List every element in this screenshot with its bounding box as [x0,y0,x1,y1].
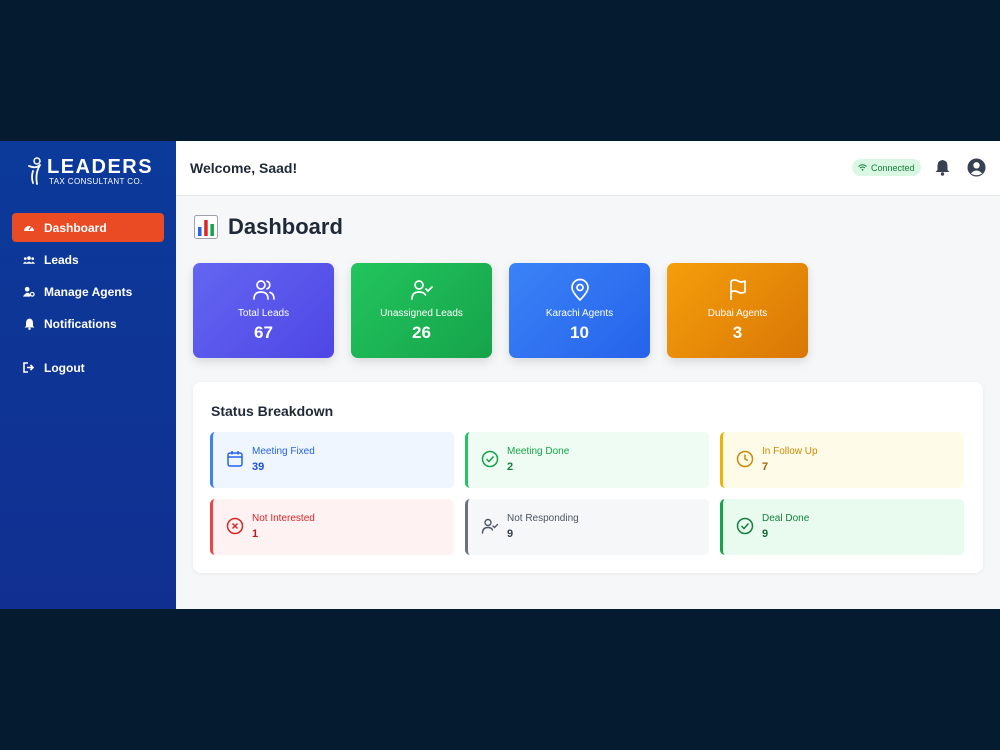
status-label: Meeting Done [507,446,570,457]
stat-label: Unassigned Leads [380,308,463,319]
logout-icon [23,362,35,374]
status-label: Not Responding [507,513,579,524]
user-gear-icon [23,286,35,298]
status-card-in-follow-up[interactable]: In Follow Up 7 [720,432,964,488]
stat-value: 3 [732,323,743,342]
status-value: 9 [762,528,769,540]
top-bar: Welcome, Saad! Connected [176,141,1000,196]
sidebar-item-logout[interactable]: Logout [12,353,164,382]
check-circle-icon [736,517,754,535]
user-check-icon [411,280,433,300]
stat-value: 26 [412,323,431,342]
stat-label: Dubai Agents [707,308,768,319]
status-value: 9 [507,528,514,540]
sidebar-item-notifications[interactable]: Notifications [12,309,164,338]
user-check-icon [481,518,499,534]
sidebar-item-label: Logout [44,360,85,375]
sidebar-item-label: Manage Agents [44,284,133,299]
sidebar: LEADERS TAX CONSULTANT CO. Dashboard Lea… [0,141,176,609]
status-breakdown-title: Status Breakdown [211,403,334,419]
notification-bell-icon[interactable] [935,159,950,181]
calendar-icon [227,451,243,467]
status-card-not-interested[interactable]: Not Interested 1 [210,499,454,555]
users-icon [253,280,275,300]
status-card-meeting-done[interactable]: Meeting Done 2 [465,432,709,488]
sidebar-item-dashboard[interactable]: Dashboard [12,213,164,242]
status-card-not-responding[interactable]: Not Responding 9 [465,499,709,555]
status-card-deal-done[interactable]: Deal Done 9 [720,499,964,555]
sidebar-item-label: Leads [44,252,79,267]
stat-value: 10 [570,323,589,342]
status-value: 39 [252,461,265,473]
sidebar-item-label: Notifications [44,316,117,331]
check-circle-icon [481,450,499,468]
page-title: Dashboard [194,214,343,240]
sidebar-item-label: Dashboard [44,220,107,235]
main-content: Welcome, Saad! Connected Dashboard Total… [176,141,1000,609]
status-label: Meeting Fixed [252,446,315,457]
clock-icon [736,450,754,468]
status-card-meeting-fixed[interactable]: Meeting Fixed 39 [210,432,454,488]
status-value: 1 [252,528,259,540]
stat-label: Total Leads [237,308,290,319]
stat-card-dubai-agents[interactable]: Dubai Agents 3 [667,263,808,358]
bar-chart-icon [194,215,218,239]
sidebar-item-manage-agents[interactable]: Manage Agents [12,277,164,306]
status-breakdown-panel: Status Breakdown Meeting Fixed 39 Meetin… [193,382,983,573]
logo-figure-icon [28,157,41,185]
status-label: In Follow Up [762,446,818,457]
app-window: LEADERS TAX CONSULTANT CO. Dashboard Lea… [0,141,1000,609]
x-circle-icon [226,517,244,535]
wifi-icon [858,164,867,171]
status-value: 7 [762,461,769,473]
stat-label: Karachi Agents [545,308,614,319]
status-value: 2 [507,461,514,473]
stat-card-karachi-agents[interactable]: Karachi Agents 10 [509,263,650,358]
status-label: Deal Done [762,513,810,524]
brand-name: LEADERS [47,156,154,178]
brand-logo[interactable]: LEADERS TAX CONSULTANT CO. [28,157,153,187]
flag-icon [730,279,746,300]
users-icon [23,254,35,266]
bell-icon [23,318,35,330]
connection-status-label: Connected [871,162,915,173]
sidebar-item-leads[interactable]: Leads [12,245,164,274]
brand-tagline: TAX CONSULTANT CO. [49,177,143,186]
user-avatar-icon[interactable] [967,158,986,182]
page-title-text: Dashboard [228,214,343,239]
stat-card-total-leads[interactable]: Total Leads 67 [193,263,334,358]
welcome-text: Welcome, Saad! [190,160,298,176]
map-pin-icon [571,278,589,302]
gauge-icon [23,222,35,234]
stat-value: 67 [254,323,273,342]
connection-status-badge: Connected [852,159,921,176]
stat-card-unassigned-leads[interactable]: Unassigned Leads 26 [351,263,492,358]
status-label: Not Interested [252,513,315,524]
